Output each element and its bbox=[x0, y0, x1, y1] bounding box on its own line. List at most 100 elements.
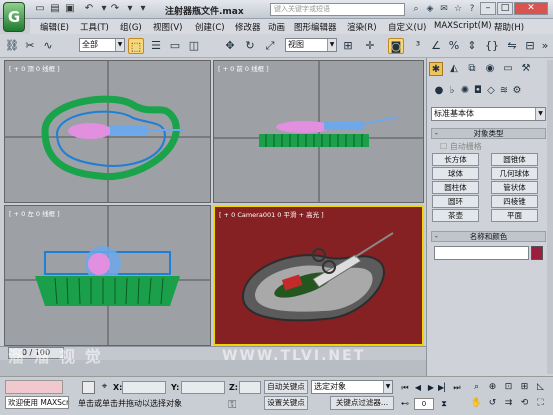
hierarchy-tab-icon[interactable]: ⧉ bbox=[465, 62, 479, 76]
window-crossing-icon[interactable]: ◫ bbox=[186, 38, 202, 54]
zoom-icon[interactable]: ⌕ bbox=[470, 381, 483, 393]
pan-icon[interactable]: ✋ bbox=[470, 397, 483, 409]
object-type-rollout[interactable]: - 对象类型 bbox=[431, 128, 546, 139]
menu-create[interactable]: 创建(C) bbox=[195, 21, 225, 33]
lights-icon[interactable]: ✺ bbox=[458, 84, 472, 98]
named-selection-sets-icon[interactable]: {} bbox=[484, 38, 500, 54]
name-color-rollout[interactable]: - 名称和颜色 bbox=[431, 231, 546, 242]
orbit-icon[interactable]: ↺ bbox=[486, 397, 499, 409]
auto-key-button[interactable]: 自动关键点 bbox=[264, 380, 308, 394]
zoom-extents-icon[interactable]: ⊡ bbox=[502, 381, 515, 393]
redo-dropdown-icon[interactable]: ▾ bbox=[123, 3, 137, 15]
tube-button[interactable]: 管状体 bbox=[491, 181, 538, 194]
geosphere-button[interactable]: 几何球体 bbox=[491, 167, 538, 180]
cameras-icon[interactable]: ◘ bbox=[471, 84, 485, 98]
box-button[interactable]: 长方体 bbox=[432, 153, 479, 166]
angle-snap-icon[interactable]: ∠ bbox=[428, 38, 444, 54]
bind-space-warp-icon[interactable]: ∿ bbox=[40, 38, 56, 54]
maxscript-mini-listener[interactable]: 欢迎使用 MAXScr bbox=[5, 396, 69, 409]
modify-tab-icon[interactable]: ◭ bbox=[447, 62, 461, 76]
select-object-icon[interactable]: ⬚ bbox=[128, 38, 144, 54]
percent-snap-icon[interactable]: % bbox=[446, 38, 462, 54]
keyboard-shortcut-override-icon[interactable]: ◙ bbox=[388, 38, 404, 54]
viewport-top[interactable]: [ + 0 顶 0 线框 ] bbox=[4, 60, 211, 203]
redo-icon[interactable]: ↷ bbox=[108, 3, 122, 15]
menu-graph-editors[interactable]: 图形编辑器 bbox=[294, 21, 337, 33]
menu-help[interactable]: 帮助(H) bbox=[494, 21, 524, 33]
rect-selection-icon[interactable]: ▭ bbox=[167, 38, 183, 54]
play-icon[interactable]: ▶ bbox=[425, 382, 437, 394]
pivot-center-icon[interactable]: ⊞ bbox=[340, 38, 356, 54]
reference-coordinate-dropdown[interactable]: 视图 ▼ bbox=[285, 38, 337, 52]
app-logo-icon[interactable]: G bbox=[3, 2, 25, 32]
favorites-icon[interactable]: ☆ bbox=[452, 3, 464, 15]
y-coordinate-input[interactable] bbox=[181, 381, 225, 394]
selection-filter-dropdown[interactable]: 全部 ▼ bbox=[79, 38, 125, 52]
maxscript-listener[interactable] bbox=[5, 380, 63, 394]
move-icon[interactable]: ✥ bbox=[222, 38, 238, 54]
open-file-icon[interactable]: ▤ bbox=[48, 3, 62, 15]
subscription-icon[interactable]: ◈ bbox=[424, 3, 436, 15]
unlink-icon[interactable]: ✂ bbox=[22, 38, 38, 54]
select-by-name-icon[interactable]: ☰ bbox=[148, 38, 164, 54]
goto-start-icon[interactable]: ⏮ bbox=[399, 382, 411, 394]
quick-access-dropdown-icon[interactable]: ▾ bbox=[136, 3, 150, 15]
sphere-button[interactable]: 球体 bbox=[432, 167, 479, 180]
goto-end-icon[interactable]: ⏭ bbox=[451, 382, 463, 394]
roll-icon[interactable]: ⟲ bbox=[518, 397, 531, 409]
display-tab-icon[interactable]: ▭ bbox=[501, 62, 515, 76]
search-icon[interactable]: ⌕ bbox=[410, 3, 422, 15]
time-config-icon[interactable]: ⧗ bbox=[438, 398, 450, 410]
plane-button[interactable]: 平面 bbox=[491, 209, 538, 222]
cylinder-button[interactable]: 圆柱体 bbox=[432, 181, 479, 194]
set-key-icon[interactable]: ⚿ bbox=[228, 398, 250, 412]
maximize-button[interactable]: □ bbox=[497, 2, 513, 15]
undo-icon[interactable]: ↶ bbox=[82, 3, 96, 15]
teapot-button[interactable]: 茶壶 bbox=[432, 209, 479, 222]
motion-tab-icon[interactable]: ◉ bbox=[483, 62, 497, 76]
pyramid-button[interactable]: 四棱锥 bbox=[491, 195, 538, 208]
mirror-icon[interactable]: ⇋ bbox=[504, 38, 520, 54]
spinner-snap-icon[interactable]: ⇕ bbox=[464, 38, 480, 54]
current-frame-spinner[interactable]: 0 bbox=[414, 398, 434, 410]
menu-animation[interactable]: 动画 bbox=[268, 21, 285, 33]
prev-frame-icon[interactable]: ◀ bbox=[412, 382, 424, 394]
search-input[interactable]: 键入关键字或短语 bbox=[270, 3, 405, 16]
create-tab-icon[interactable]: ✱ bbox=[429, 62, 443, 76]
communication-icon[interactable]: ✉ bbox=[438, 3, 450, 15]
select-manipulate-icon[interactable]: ✛ bbox=[362, 38, 378, 54]
key-filters-button[interactable]: 关键点过滤器... bbox=[330, 396, 394, 410]
field-of-view-icon[interactable]: ◺ bbox=[534, 381, 547, 393]
help-icon[interactable]: ? bbox=[466, 3, 478, 15]
object-name-input[interactable] bbox=[434, 246, 529, 260]
walk-through-icon[interactable]: ⇉ bbox=[502, 397, 515, 409]
selection-set-dropdown[interactable]: 选定对象 ▼ bbox=[311, 380, 393, 394]
helpers-icon[interactable]: ◇ bbox=[484, 84, 498, 98]
snaps-3d-icon[interactable]: ³ bbox=[410, 38, 426, 54]
shapes-icon[interactable]: ♭ bbox=[445, 84, 459, 98]
menu-customize[interactable]: 自定义(U) bbox=[388, 21, 426, 33]
x-coordinate-input[interactable] bbox=[122, 381, 166, 394]
menu-maxscript[interactable]: MAXScript(M) bbox=[434, 21, 492, 31]
close-button[interactable]: ✕ bbox=[514, 2, 548, 15]
absolute-mode-icon[interactable]: ⌖ bbox=[98, 381, 111, 394]
scale-icon[interactable]: ⤢ bbox=[262, 38, 278, 54]
auto-grid-checkbox[interactable]: ☐ 自动栅格 bbox=[440, 141, 482, 152]
lock-selection-icon[interactable] bbox=[82, 381, 95, 394]
torus-button[interactable]: 圆环 bbox=[432, 195, 479, 208]
primitive-category-dropdown[interactable]: 标准基本体 ▼ bbox=[431, 107, 546, 121]
viewport-front[interactable]: [ + 0 前 0 线框 ] bbox=[213, 60, 424, 203]
cone-button[interactable]: 圆锥体 bbox=[491, 153, 538, 166]
next-frame-icon[interactable]: ▶▏ bbox=[438, 382, 450, 394]
object-color-swatch[interactable] bbox=[531, 246, 543, 260]
viewport-camera[interactable]: [ + 0 Camera001 0 平滑 + 高光 ] bbox=[213, 205, 424, 346]
menu-edit[interactable]: 编辑(E) bbox=[40, 21, 69, 33]
menu-tools[interactable]: 工具(T) bbox=[80, 21, 109, 33]
menu-views[interactable]: 视图(V) bbox=[153, 21, 182, 33]
viewport-left[interactable]: [ + 0 左 0 线框 ] bbox=[4, 205, 211, 346]
menu-rendering[interactable]: 渲染(R) bbox=[347, 21, 377, 33]
link-icon[interactable]: ⛓ bbox=[4, 38, 20, 54]
menu-group[interactable]: 组(G) bbox=[120, 21, 142, 33]
systems-icon[interactable]: ⚙ bbox=[510, 84, 524, 98]
utilities-tab-icon[interactable]: ⚒ bbox=[519, 62, 533, 76]
